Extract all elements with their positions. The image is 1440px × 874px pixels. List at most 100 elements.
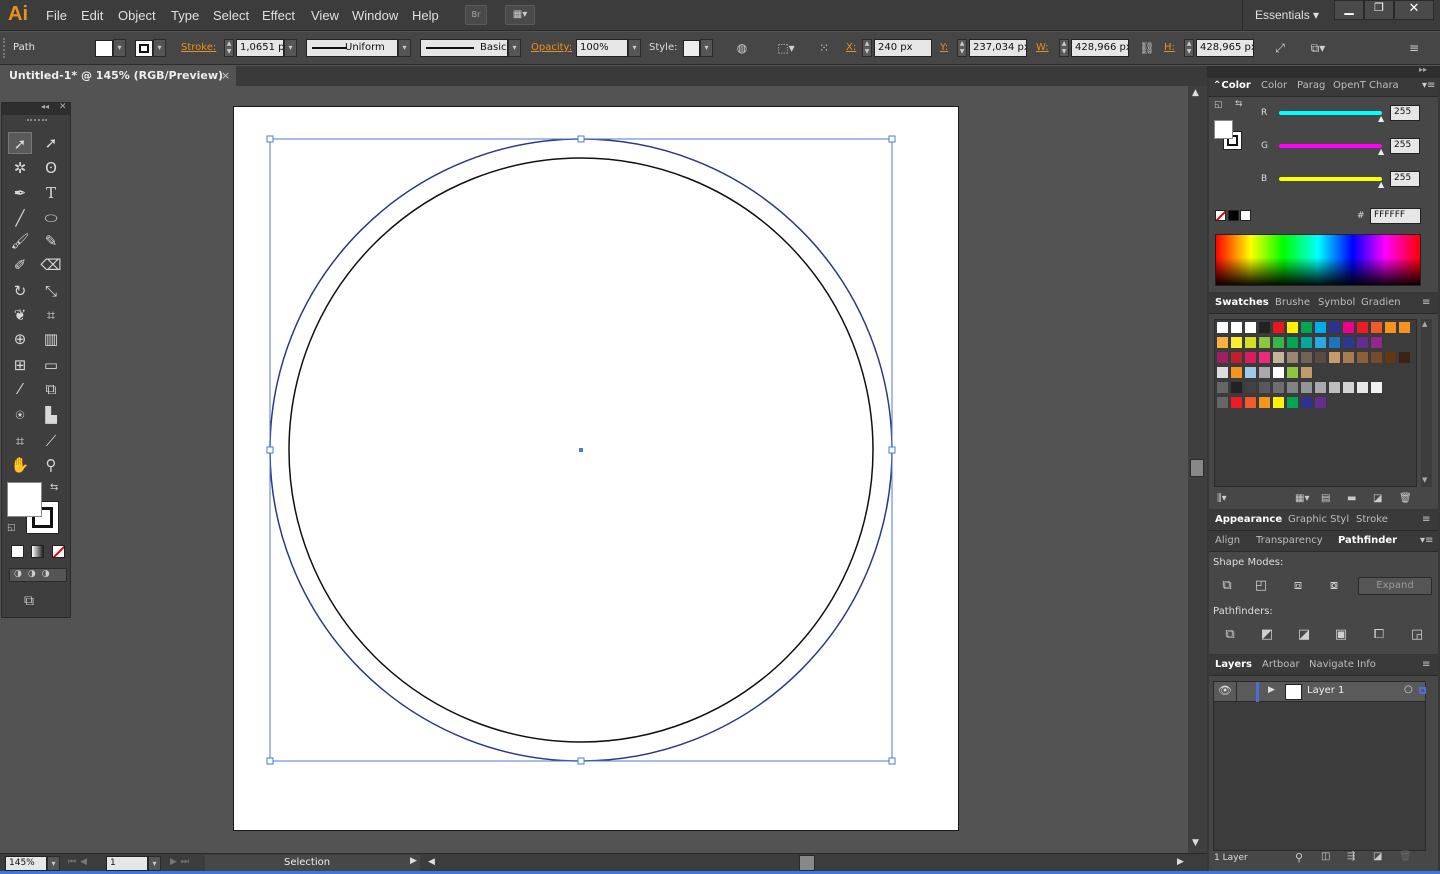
status-info[interactable]: Selection ▶ bbox=[205, 855, 420, 872]
minus-back-icon[interactable]: ◲ bbox=[1407, 626, 1427, 644]
tab-artboards[interactable]: Artboar bbox=[1262, 659, 1300, 670]
handle-middle-left[interactable] bbox=[266, 446, 274, 454]
swatch-chip[interactable] bbox=[1342, 321, 1355, 334]
g-slider-thumb[interactable]: ▲ bbox=[1378, 147, 1384, 156]
swatch-chip[interactable] bbox=[1230, 366, 1243, 379]
swatch-chip[interactable] bbox=[1314, 381, 1327, 394]
tab-stroke[interactable]: Stroke bbox=[1356, 514, 1388, 525]
tab-symbols[interactable]: Symbol bbox=[1318, 297, 1355, 308]
swatch-chip[interactable] bbox=[1230, 321, 1243, 334]
target-icon[interactable]: ○ bbox=[1404, 684, 1413, 695]
swatch-chip[interactable] bbox=[1216, 381, 1229, 394]
swatch-chip[interactable] bbox=[1244, 366, 1257, 379]
tab-appearance[interactable]: Appearance bbox=[1215, 514, 1282, 525]
expand-dock-icon[interactable]: ▸▸ bbox=[1419, 65, 1427, 74]
r-slider[interactable] bbox=[1279, 111, 1382, 115]
swatch-chip[interactable] bbox=[1244, 396, 1257, 409]
eye-icon[interactable]: 👁 bbox=[1218, 684, 1232, 697]
minus-front-icon[interactable]: ◰ bbox=[1251, 577, 1271, 595]
swatch-chip[interactable] bbox=[1258, 381, 1271, 394]
artboard-dropdown[interactable]: ▾ bbox=[148, 856, 161, 871]
swatch-chip[interactable] bbox=[1370, 336, 1383, 349]
layer-row[interactable]: 👁 ▶ Layer 1 ○ bbox=[1214, 682, 1426, 702]
panel-menu-icon[interactable]: ≡ bbox=[1422, 514, 1430, 525]
zoom-dropdown[interactable]: ▾ bbox=[47, 856, 60, 871]
status-menu-icon[interactable]: ▶ bbox=[410, 856, 417, 866]
vertical-scroll-thumb[interactable] bbox=[1190, 459, 1204, 477]
swatch-chip[interactable] bbox=[1314, 396, 1327, 409]
black-color-chip[interactable] bbox=[1228, 210, 1239, 221]
swatch-chip[interactable] bbox=[1272, 336, 1285, 349]
tab-graphic-styles[interactable]: Graphic Styl bbox=[1288, 514, 1349, 525]
swatch-chip[interactable] bbox=[1286, 366, 1299, 379]
trash-icon[interactable]: 🗑 bbox=[1399, 493, 1412, 504]
none-color-chip[interactable] bbox=[1215, 210, 1226, 221]
scroll-left-icon[interactable]: ◀ bbox=[428, 857, 435, 867]
swatches-scrollbar[interactable]: ▲ ▼ bbox=[1421, 319, 1432, 487]
new-color-group-icon[interactable]: ▬ bbox=[1347, 493, 1356, 504]
swatch-chip[interactable] bbox=[1258, 321, 1271, 334]
handle-bottom-right[interactable] bbox=[888, 757, 896, 765]
locate-object-icon[interactable]: ⚲ bbox=[1295, 851, 1303, 864]
swatch-chip[interactable] bbox=[1356, 321, 1369, 334]
outline-icon[interactable]: ⧠ bbox=[1369, 626, 1389, 644]
swatch-chip[interactable] bbox=[1328, 381, 1341, 394]
swatch-chip[interactable] bbox=[1286, 351, 1299, 364]
tab-color-guide[interactable]: Color bbox=[1261, 80, 1287, 91]
unite-icon[interactable]: ⧉ bbox=[1217, 577, 1237, 595]
swatch-chip[interactable] bbox=[1384, 321, 1397, 334]
swatch-chip[interactable] bbox=[1258, 351, 1271, 364]
selection-indicator[interactable] bbox=[1419, 687, 1426, 694]
swatch-chip[interactable] bbox=[1398, 321, 1411, 334]
swatch-chip[interactable] bbox=[1300, 336, 1313, 349]
g-value-field[interactable]: 255 bbox=[1390, 138, 1420, 154]
tab-pathfinder[interactable]: Pathfinder bbox=[1338, 535, 1397, 546]
swatch-chip[interactable] bbox=[1370, 381, 1383, 394]
swatch-chip[interactable] bbox=[1314, 351, 1327, 364]
artboard-next-icons[interactable]: ▶⏭ bbox=[170, 857, 193, 867]
swatch-chip[interactable] bbox=[1230, 381, 1243, 394]
swatch-libraries-icon[interactable]: ⫼▾ bbox=[1217, 493, 1227, 504]
vertical-scrollbar[interactable]: ▲ ▼ bbox=[1188, 86, 1207, 854]
handle-bottom-center[interactable] bbox=[577, 757, 585, 765]
panel-menu-icon[interactable]: ▾≡ bbox=[1420, 535, 1433, 546]
swatch-chip[interactable] bbox=[1216, 396, 1229, 409]
panel-menu-icon[interactable]: ≡ bbox=[1422, 659, 1430, 670]
scroll-up-icon[interactable]: ▲ bbox=[1422, 320, 1427, 328]
tab-brushes[interactable]: Brushe bbox=[1275, 297, 1310, 308]
expand-button[interactable]: Expand bbox=[1358, 577, 1432, 595]
swatch-chip[interactable] bbox=[1216, 366, 1229, 379]
tab-gradient[interactable]: Gradien bbox=[1361, 297, 1401, 308]
divide-icon[interactable]: ⧉ bbox=[1220, 626, 1240, 644]
show-swatch-kinds-icon[interactable]: ▦▾ bbox=[1295, 493, 1309, 504]
b-value-field[interactable]: 255 bbox=[1390, 171, 1420, 187]
swatch-chip[interactable] bbox=[1258, 366, 1271, 379]
swatch-chip[interactable] bbox=[1244, 381, 1257, 394]
b-slider-thumb[interactable]: ▲ bbox=[1378, 180, 1384, 189]
new-swatch-icon[interactable]: ◪ bbox=[1373, 493, 1382, 504]
exclude-icon[interactable]: ⧇ bbox=[1324, 577, 1344, 595]
swatch-chip[interactable] bbox=[1244, 351, 1257, 364]
trash-icon[interactable]: 🗑 bbox=[1399, 851, 1412, 862]
tab-info[interactable]: Info bbox=[1357, 659, 1376, 670]
scroll-down-icon[interactable]: ▼ bbox=[1422, 476, 1427, 484]
swatch-chip[interactable] bbox=[1370, 351, 1383, 364]
swatch-chip[interactable] bbox=[1230, 336, 1243, 349]
tab-layers[interactable]: Layers bbox=[1215, 659, 1252, 670]
scroll-down-icon[interactable]: ▼ bbox=[1192, 838, 1199, 848]
tab-opentype[interactable]: OpenT bbox=[1333, 80, 1366, 91]
swatch-chip[interactable] bbox=[1356, 351, 1369, 364]
swatch-chip[interactable] bbox=[1342, 336, 1355, 349]
workspace-switcher[interactable]: Essentials ▾ bbox=[1255, 8, 1319, 22]
swatch-chip[interactable] bbox=[1286, 396, 1299, 409]
swatch-chip[interactable] bbox=[1286, 381, 1299, 394]
handle-top-right[interactable] bbox=[888, 135, 896, 143]
transform-icon[interactable]: ⤢ bbox=[1271, 41, 1289, 57]
swatch-chip[interactable] bbox=[1272, 351, 1285, 364]
swatch-chip[interactable] bbox=[1216, 336, 1229, 349]
artboard-prev-icons[interactable]: ⏮◀ bbox=[68, 857, 91, 867]
swatch-chip[interactable] bbox=[1314, 321, 1327, 334]
minimize-button[interactable]: ▁ bbox=[1334, 0, 1364, 20]
triangle-right-icon[interactable]: ▶ bbox=[1268, 685, 1275, 695]
swatch-chip[interactable] bbox=[1244, 336, 1257, 349]
